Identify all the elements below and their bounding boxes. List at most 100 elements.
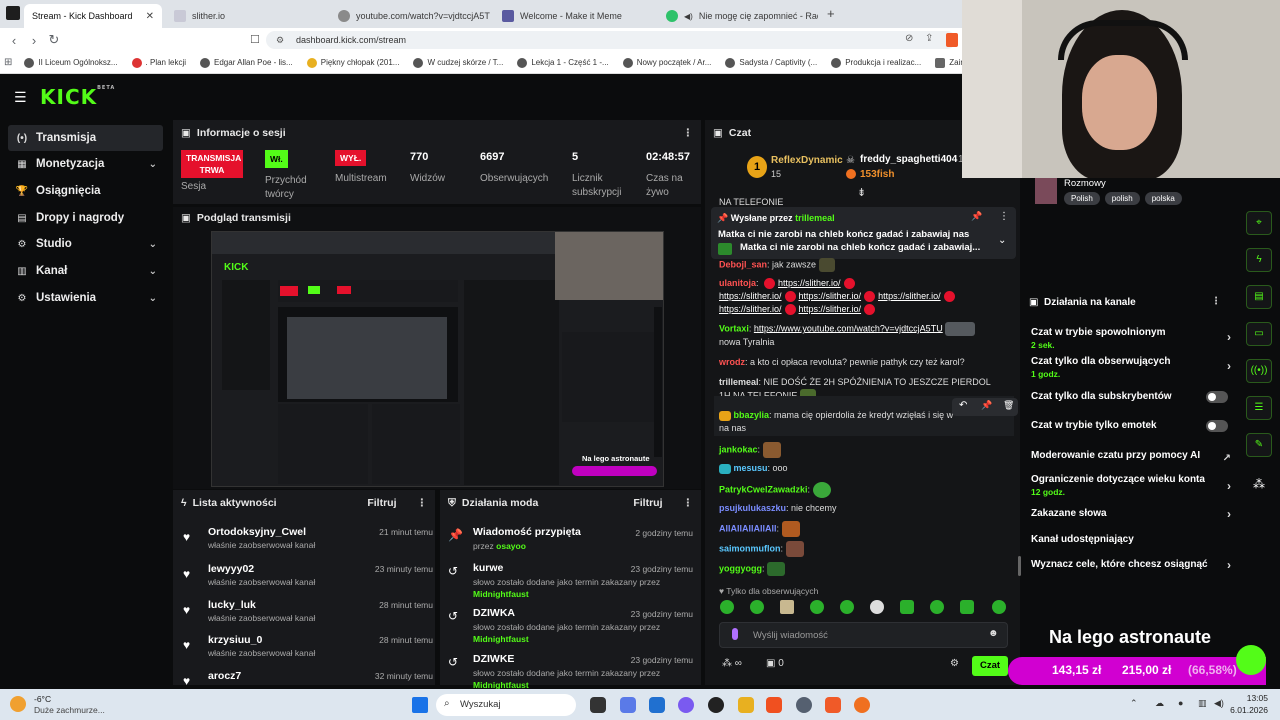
filter-button[interactable]: Filtruj — [633, 497, 662, 509]
activity-username[interactable]: arocz7 — [208, 670, 241, 682]
kick-logo[interactable]: KICKBETA — [40, 85, 115, 109]
more-icon[interactable]: ⋮ — [999, 211, 1009, 222]
tab-kick-dashboard[interactable]: Stream - Kick Dashboard ✕ — [24, 4, 162, 28]
sidebar-item-dropy[interactable]: ▤ Dropy i nagrody — [8, 205, 163, 231]
bookmark-item[interactable]: Nowy początek / Ar... — [622, 57, 711, 68]
chat-username[interactable]: PatrykCwelZawadzki — [719, 484, 808, 494]
office-icon[interactable] — [766, 697, 782, 713]
discord-icon[interactable] — [678, 697, 694, 713]
weather-icon[interactable] — [10, 696, 26, 712]
chat-username[interactable]: jankokac — [719, 444, 758, 454]
mic-tray-icon[interactable]: ● — [1178, 698, 1183, 708]
chat-username[interactable]: wrodz — [719, 357, 745, 367]
clock-date[interactable]: 6.01.2026 — [1224, 705, 1268, 715]
taskview-icon[interactable] — [590, 697, 606, 713]
action-set-goals[interactable]: Wyznacz cele, które chcesz osiągnąć › — [1031, 558, 1231, 572]
store-icon[interactable] — [649, 697, 665, 713]
chat-link[interactable]: https://slither.io/ — [878, 291, 941, 301]
chat-username[interactable]: Debojl_san — [719, 259, 767, 269]
copilot-icon[interactable] — [620, 697, 636, 713]
site-info-icon[interactable]: ⚙ — [276, 35, 284, 46]
sidebar-item-transmisja[interactable]: (•) Transmisja — [8, 125, 163, 151]
emote-button[interactable] — [992, 600, 1006, 614]
share-icon[interactable]: ⇪ — [925, 33, 933, 44]
sidebar-item-ustawienia[interactable]: ⚙ Ustawienia ⌄ — [8, 285, 163, 311]
mod-action-by[interactable]: Midnightfaust — [473, 634, 529, 644]
sidebar-item-osiagniecia[interactable]: 🏆 Osiągnięcia — [8, 178, 163, 204]
tag-pill[interactable]: polish — [1104, 192, 1140, 205]
tab-make-it-meme[interactable]: Welcome - Make it Meme — [494, 4, 654, 28]
reload-icon[interactable]: ↻ — [44, 32, 64, 48]
toolbar-list-icon[interactable]: ☰ — [1246, 396, 1272, 420]
chat-username[interactable]: yoggyogg — [719, 563, 762, 573]
url-bar[interactable]: dashboard.kick.com/stream — [266, 31, 956, 49]
eye-off-icon[interactable]: ⊘ — [905, 33, 913, 44]
mic-icon[interactable] — [732, 628, 738, 640]
firefox-icon[interactable] — [854, 697, 870, 713]
brave-shield-icon[interactable] — [946, 33, 958, 47]
chat-scrollbar[interactable] — [1018, 556, 1021, 576]
action-ai-moderation[interactable]: Moderowanie czatu przy pomocy AI ↗ — [1031, 450, 1231, 464]
bookmark-item[interactable]: Piękny chłopak (201... — [306, 57, 399, 68]
more-icon[interactable]: ⋮ — [683, 497, 694, 509]
toolbar-broadcast-icon[interactable]: ((•)) — [1246, 359, 1272, 383]
activity-username[interactable]: lewyyy02 — [208, 563, 254, 575]
hamburger-menu-icon[interactable]: ☰ — [14, 89, 27, 106]
toolbar-lightning-icon[interactable]: ϟ — [1246, 248, 1272, 272]
more-icon[interactable]: ⋮ — [417, 497, 428, 509]
emote-button[interactable] — [720, 600, 734, 614]
cloud-icon[interactable]: ☁ — [1155, 698, 1164, 709]
back-icon[interactable]: ‹ — [4, 33, 24, 48]
bookmark-item[interactable]: II Liceum Ogólnoksz... — [24, 57, 118, 68]
new-tab-icon[interactable]: + — [827, 6, 835, 21]
action-subscribers-only[interactable]: Czat tylko dla subskrybentów — [1031, 391, 1231, 403]
emote-button[interactable] — [750, 600, 764, 614]
chat-username[interactable]: saimonmuflon — [719, 543, 781, 553]
tag-pill[interactable]: polska — [1144, 192, 1182, 205]
brave-icon[interactable] — [825, 697, 841, 713]
chat-username[interactable]: ulanitoja — [719, 278, 756, 288]
action-banned-words[interactable]: Zakazane słowa › — [1031, 507, 1231, 521]
tab-radio[interactable]: ◀) Nie mogę cię zapomnieć - Radio — [658, 4, 818, 28]
emote-button[interactable] — [780, 600, 794, 614]
tab-slither[interactable]: slither.io — [166, 4, 326, 28]
network-icon[interactable]: ▥ — [1198, 698, 1207, 709]
activity-username[interactable]: lucky_luk — [208, 599, 256, 611]
chat-link[interactable]: https://slither.io/ — [799, 291, 862, 301]
emote-button[interactable] — [840, 600, 854, 614]
volume-icon[interactable]: ◀) — [1214, 698, 1224, 709]
stream-preview-video[interactable]: KICK Na lego astronaute — [211, 231, 664, 487]
pinned-by[interactable]: trillemeal — [795, 213, 835, 223]
gifts-display[interactable]: ▣ 0 — [766, 658, 784, 669]
chat-username[interactable]: Vortaxi — [719, 323, 749, 333]
bookmark-star-icon[interactable]: ☐ — [250, 33, 260, 46]
tag-pill[interactable]: Polish — [1064, 192, 1100, 205]
settings-icon[interactable] — [796, 697, 812, 713]
bookmark-item[interactable]: Edgar Allan Poe - lis... — [200, 57, 293, 68]
reply-icon[interactable]: ↶ — [959, 400, 967, 411]
mod-action-by[interactable]: osayoo — [496, 541, 526, 551]
send-chat-button[interactable]: Czat — [972, 656, 1008, 676]
chat-username[interactable]: psujkulukaszku — [719, 503, 786, 513]
clock-time[interactable]: 13:05 — [1232, 693, 1268, 703]
activity-username[interactable]: krzysiuu_0 — [208, 634, 262, 646]
sidebar-item-monetyzacja[interactable]: ▦ Monetyzacja ⌄ — [8, 151, 163, 177]
chat-link[interactable]: https://slither.io/ — [719, 304, 782, 314]
chat-link[interactable]: https://slither.io/ — [799, 304, 862, 314]
bookmark-item[interactable]: Sadysta / Captivity (... — [725, 57, 817, 68]
bookmark-item[interactable]: . Plan lekcji — [131, 57, 186, 68]
taskbar-search[interactable]: ⌕ Wyszukaj — [436, 694, 576, 716]
top-gifter-name[interactable]: ReflexDynamic — [771, 155, 843, 166]
unpin-icon[interactable]: 📌 — [971, 211, 982, 222]
toolbar-chat-icon[interactable]: ▭ — [1246, 322, 1272, 346]
trash-icon[interactable]: 🗑 — [1003, 400, 1014, 411]
points-display[interactable]: ⁂ ∞ — [722, 658, 742, 669]
bookmark-item[interactable]: Produkcja i realizac... — [831, 57, 921, 68]
app-icon[interactable] — [708, 697, 724, 713]
action-slow-mode[interactable]: Czat w trybie spowolnionym 2 sek. › — [1031, 327, 1231, 350]
forward-icon[interactable]: › — [24, 33, 44, 48]
chevron-down-icon[interactable]: ⌄ — [998, 235, 1006, 246]
more-icon[interactable]: ⋮ — [1211, 296, 1221, 307]
emote-button[interactable] — [900, 600, 914, 614]
windows-start-icon[interactable] — [412, 697, 428, 713]
